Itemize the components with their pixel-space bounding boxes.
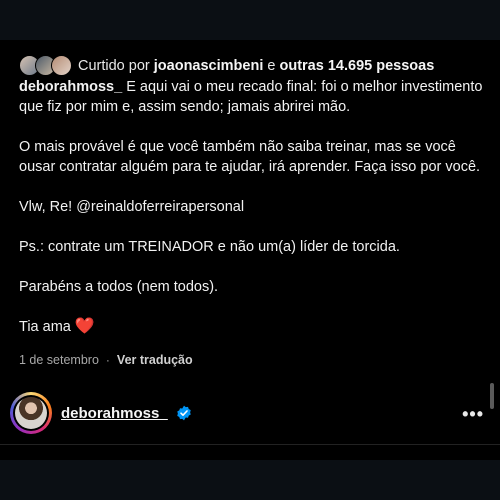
caption-line: Tia ama: [19, 319, 71, 335]
caption-username[interactable]: deborahmoss_: [19, 79, 122, 95]
caption-line: O mais provável é que você também não sa…: [19, 139, 481, 175]
likes-connector: e: [267, 57, 276, 74]
post-date[interactable]: 1 de setembro: [19, 353, 99, 367]
caption-line: Ps.: contrate um TREINADOR e não um(a) l…: [19, 239, 400, 255]
caption-line: Parabéns a todos (nem todos).: [19, 279, 219, 295]
caption-line: Vlw, Re! @reinaldoferreirapersonal: [19, 199, 245, 215]
meta-separator: ·: [105, 353, 110, 367]
likes-others-link[interactable]: outras 14.695 pessoas: [280, 58, 435, 74]
likes-prefix: Curtido por: [78, 57, 150, 74]
top-frame-bar: [0, 0, 500, 40]
scrollbar-thumb[interactable]: [490, 383, 494, 409]
bottom-frame-bar: [0, 460, 500, 500]
divider: [0, 444, 500, 445]
likes-summary[interactable]: Curtido por joaonascimbeni e outras 14.6…: [19, 55, 434, 76]
post-meta: 1 de setembro · Ver tradução: [19, 353, 193, 367]
more-options-icon[interactable]: •••: [462, 404, 484, 425]
post-caption: deborahmoss_ E aqui vai o meu recado fin…: [19, 77, 484, 337]
likes-user-link[interactable]: joaonascimbeni: [154, 58, 264, 74]
liker-avatars: [19, 55, 72, 76]
see-translation-button[interactable]: Ver tradução: [117, 353, 193, 367]
verified-badge-icon: [177, 405, 191, 421]
avatar: [51, 55, 72, 76]
author-avatar[interactable]: [10, 392, 52, 434]
author-username[interactable]: deborahmoss_: [61, 405, 168, 422]
post-author-row: deborahmoss_ •••: [10, 392, 490, 438]
heart-icon: ❤️: [74, 318, 95, 335]
